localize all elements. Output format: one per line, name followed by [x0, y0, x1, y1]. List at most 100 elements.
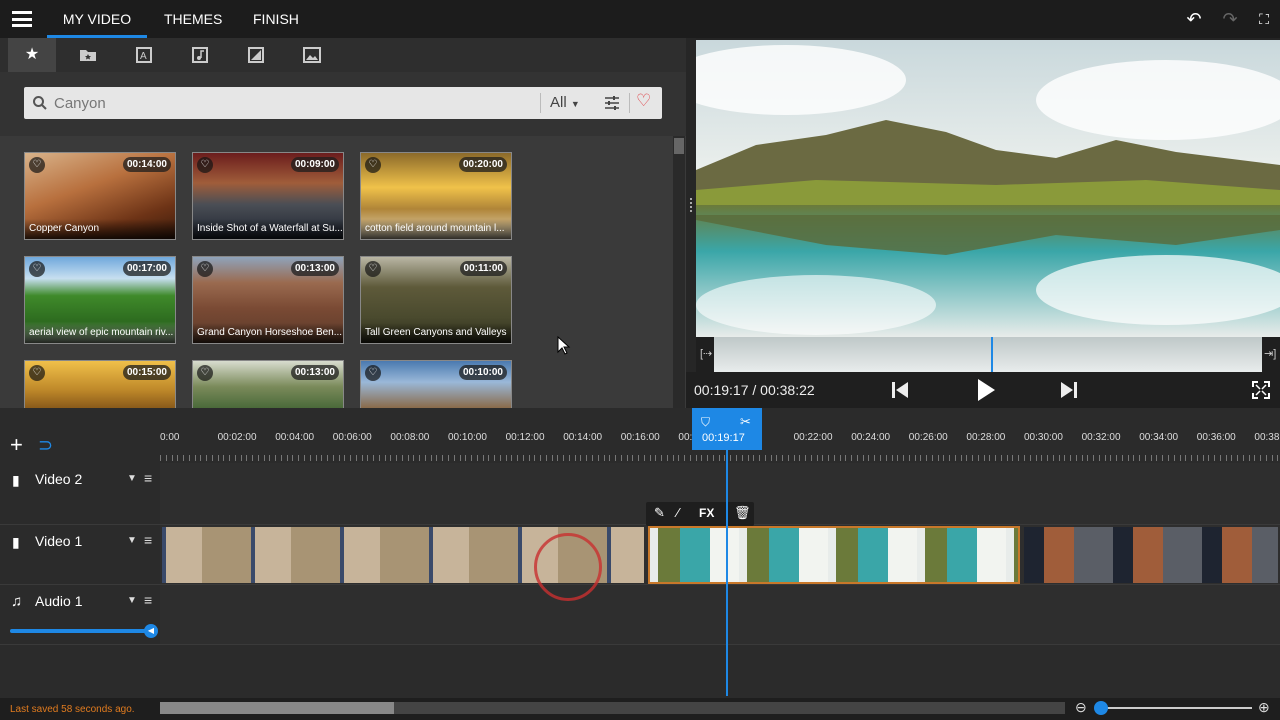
chevron-down-icon[interactable]: ▼ — [127, 595, 137, 606]
tab-finish[interactable]: FINISH — [253, 0, 299, 38]
marker-icon[interactable]: ⛉ — [701, 415, 710, 430]
filter-settings-icon[interactable] — [604, 95, 620, 111]
ruler-tick — [419, 455, 421, 461]
skip-forward-icon[interactable] — [1060, 381, 1078, 399]
star-icon[interactable]: ★ — [8, 38, 56, 72]
filter-dropdown[interactable]: All ▼ — [550, 87, 580, 119]
tab-themes[interactable]: THEMES — [164, 0, 222, 38]
snap-magnet-icon[interactable]: ⊃ — [38, 434, 53, 456]
folder-star-icon[interactable] — [64, 38, 112, 72]
image-icon[interactable] — [288, 38, 336, 72]
ruler-tick — [701, 455, 703, 461]
split-scissors-icon[interactable]: ✂ — [740, 414, 751, 430]
ruler-tick — [401, 455, 403, 461]
library-item[interactable]: ♡ 00:15:00 — [24, 360, 176, 408]
clip-mountain-lake-selected[interactable] — [648, 526, 1020, 584]
panel-divider[interactable] — [686, 38, 696, 408]
transition-icon[interactable] — [232, 38, 280, 72]
clip-waterfall[interactable] — [1024, 527, 1278, 583]
track-menu-icon[interactable]: ≡ — [144, 470, 152, 486]
ruler-tick — [753, 455, 755, 461]
library-item[interactable]: ♡ 00:11:00 Tall Green Canyons and Valley… — [360, 256, 512, 344]
skip-back-icon[interactable] — [891, 381, 909, 399]
playhead-line[interactable] — [726, 449, 728, 696]
favorite-icon[interactable]: ♡ — [197, 261, 213, 277]
ruler-tick — [712, 455, 714, 461]
redo-icon[interactable]: ↷ — [1219, 8, 1241, 30]
scrollbar-thumb[interactable] — [160, 702, 394, 714]
ruler-tick — [1087, 455, 1089, 461]
music-icon[interactable] — [176, 38, 224, 72]
ruler-tick — [430, 455, 432, 461]
library-item[interactable]: ♡ 00:13:00 — [192, 360, 344, 408]
trash-icon[interactable]: 🗑 — [734, 505, 751, 521]
zoom-slider-handle[interactable] — [1094, 701, 1108, 715]
ruler-tick — [1029, 455, 1031, 461]
favorite-icon[interactable]: ♡ — [365, 261, 381, 277]
library-item[interactable]: ♡ 00:13:00 Grand Canyon Horseshoe Ben... — [192, 256, 344, 344]
favorite-icon[interactable]: ♡ — [29, 365, 45, 381]
ruler-tick — [1058, 455, 1060, 461]
volume-icon[interactable]: ◀ — [144, 624, 158, 638]
search-input[interactable] — [54, 87, 554, 119]
library-item[interactable]: ♡ 00:09:00 Inside Shot of a Waterfall at… — [192, 152, 344, 240]
playhead-marker[interactable]: ⛉ ✂ 00:19:17 — [692, 408, 762, 450]
library-item[interactable]: ♡ 00:10:00 — [360, 360, 512, 408]
zoom-in-icon[interactable]: ⊕ — [1258, 699, 1270, 716]
track-lane-audio-1[interactable] — [160, 585, 1280, 645]
scrollbar-thumb[interactable] — [674, 138, 684, 154]
edit-pencil-icon[interactable]: ✎ — [654, 505, 665, 521]
mark-out-icon[interactable]: ⇥] — [1264, 347, 1276, 360]
library-item[interactable]: ♡ 00:20:00 cotton field around mountain … — [360, 152, 512, 240]
video-preview — [696, 40, 1280, 337]
heart-icon[interactable]: ♡ — [636, 91, 651, 111]
scrub-playhead[interactable] — [991, 337, 994, 372]
mark-in-icon[interactable]: [⇢ — [700, 347, 712, 360]
fullscreen-icon[interactable]: ⛶ — [1253, 8, 1275, 30]
favorite-icon[interactable]: ♡ — [365, 157, 381, 173]
title-icon[interactable]: A — [120, 38, 168, 72]
item-title: Grand Canyon Horseshoe Ben... — [193, 323, 343, 343]
zoom-out-icon[interactable]: ⊖ — [1075, 699, 1087, 716]
zoom-slider[interactable] — [1100, 707, 1252, 709]
library-item[interactable]: ♡ 00:14:00 Copper Canyon — [24, 152, 176, 240]
chevron-down-icon[interactable]: ▼ — [127, 473, 137, 484]
volume-slider[interactable] — [10, 629, 150, 633]
tab-my-video[interactable]: MY VIDEO — [47, 0, 147, 38]
scrub-track[interactable] — [714, 337, 1262, 372]
ruler-tick — [448, 455, 449, 461]
library-scrollbar[interactable] — [673, 136, 685, 408]
library-item[interactable]: ♡ 00:17:00 aerial view of epic mountain … — [24, 256, 176, 344]
ruler-tick — [1219, 455, 1221, 461]
favorite-icon[interactable]: ♡ — [365, 365, 381, 381]
ruler-tick — [1035, 455, 1037, 461]
ruler-tick — [1070, 455, 1072, 461]
favorite-icon[interactable]: ♡ — [29, 261, 45, 277]
track-menu-icon[interactable]: ≡ — [144, 592, 152, 608]
drag-handle-icon[interactable] — [690, 198, 692, 212]
undo-icon[interactable]: ↶ — [1183, 8, 1205, 30]
adjust-icon[interactable]: ⁄ — [677, 505, 679, 520]
track-menu-icon[interactable]: ≡ — [144, 532, 152, 548]
favorite-icon[interactable]: ♡ — [197, 365, 213, 381]
fullscreen-preview-icon[interactable] — [1252, 381, 1270, 399]
ruler-tick — [828, 455, 830, 461]
ruler-tick — [1214, 455, 1216, 461]
menu-icon[interactable] — [12, 11, 32, 27]
play-icon[interactable] — [976, 378, 996, 402]
timeline-scrollbar[interactable] — [160, 702, 1065, 714]
ruler-tick — [931, 455, 933, 461]
ruler-tick — [1093, 455, 1095, 461]
fx-button[interactable]: FX — [699, 506, 714, 520]
add-track-icon[interactable]: + — [10, 434, 23, 456]
favorite-icon[interactable]: ♡ — [197, 157, 213, 173]
ruler-tick — [355, 455, 357, 461]
duration-badge: 00:17:00 — [122, 261, 171, 276]
ruler-label: 00:30:00 — [1024, 432, 1063, 443]
favorite-icon[interactable]: ♡ — [29, 157, 45, 173]
ruler-tick — [465, 455, 467, 461]
ruler-tick — [926, 455, 928, 461]
item-title: aerial view of epic mountain riv... — [25, 323, 175, 343]
chevron-down-icon[interactable]: ▼ — [127, 535, 137, 546]
ruler-tick — [338, 455, 340, 461]
